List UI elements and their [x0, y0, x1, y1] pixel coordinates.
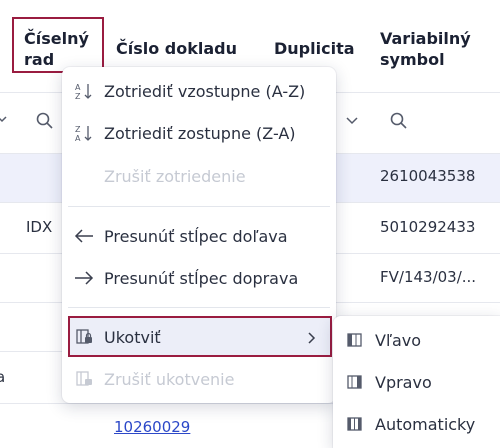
pin-right-icon [347, 375, 362, 389]
table-cell: 2610043538 [380, 167, 476, 185]
table-cell: IDX [26, 218, 53, 236]
table-cell: a [0, 368, 6, 386]
column-header-variabilny-symbol[interactable]: Variabilný symbol [380, 28, 471, 70]
submenu-item-label: Automaticky [375, 414, 476, 434]
pin-submenu: Vľavo Vpravo Automaticky [333, 316, 500, 448]
submenu-item-pin-auto[interactable]: Automaticky [333, 404, 500, 444]
svg-text:A: A [75, 83, 81, 92]
menu-item-label: Presunúť stĺpec doľava [104, 226, 288, 246]
sort-descending-icon: Z A [74, 123, 94, 143]
column-header-label: symbol [380, 50, 445, 69]
svg-text:Z: Z [75, 92, 81, 101]
pin-auto-icon [347, 417, 362, 431]
menu-divider [68, 307, 330, 308]
table-cell: FV/143/03/... [380, 268, 477, 286]
column-header-cislo-dokladu[interactable]: Číslo dokladu [116, 38, 237, 59]
menu-item-unpin: Zrušiť ukotvenie [62, 360, 336, 398]
arrow-left-icon [74, 226, 94, 246]
menu-item-clear-sort: Zrušiť zotriedenie [62, 157, 336, 195]
submenu-item-pin-right[interactable]: Vpravo [333, 362, 500, 402]
svg-text:Z: Z [75, 125, 81, 134]
column-header-ciselny-rad[interactable]: Číselný rad [24, 28, 89, 70]
submenu-item-label: Vpravo [375, 372, 432, 392]
highlight-frame-pin [68, 316, 332, 357]
menu-item-label: Presunúť stĺpec doprava [104, 268, 299, 288]
svg-text:A: A [75, 134, 81, 143]
menu-item-label: Zrušiť zotriedenie [104, 166, 246, 186]
column-header-label: Variabilný [380, 29, 471, 48]
submenu-item-label: Vľavo [375, 330, 422, 350]
menu-divider [68, 206, 330, 207]
menu-item-label: Zrušiť ukotvenie [104, 369, 235, 389]
chevron-down-icon[interactable] [0, 115, 8, 125]
table-cell: 5010292433 [380, 218, 476, 236]
menu-item-move-left[interactable]: Presunúť stĺpec doľava [62, 217, 336, 255]
menu-item-move-right[interactable]: Presunúť stĺpec doprava [62, 259, 336, 297]
pin-left-icon [347, 333, 362, 347]
menu-item-label: Zotriediť zostupne (Z-A) [104, 123, 296, 143]
arrow-right-icon [74, 268, 94, 288]
search-icon[interactable] [36, 112, 54, 130]
submenu-item-pin-left[interactable]: Vľavo [333, 320, 500, 360]
chevron-down-icon[interactable] [346, 116, 358, 126]
menu-item-sort-descending[interactable]: Z A Zotriediť zostupne (Z-A) [62, 114, 336, 152]
search-icon[interactable] [390, 112, 408, 130]
menu-item-label: Zotriediť vzostupne (A-Z) [104, 81, 306, 101]
column-header-duplicita[interactable]: Duplicita [274, 38, 355, 59]
document-number-link[interactable]: 10260029 [114, 418, 190, 436]
menu-item-sort-ascending[interactable]: A Z Zotriediť vzostupne (A-Z) [62, 72, 336, 110]
pin-column-icon [74, 369, 94, 389]
sort-ascending-icon: A Z [74, 81, 94, 101]
column-header-label: Číselný [24, 29, 89, 48]
